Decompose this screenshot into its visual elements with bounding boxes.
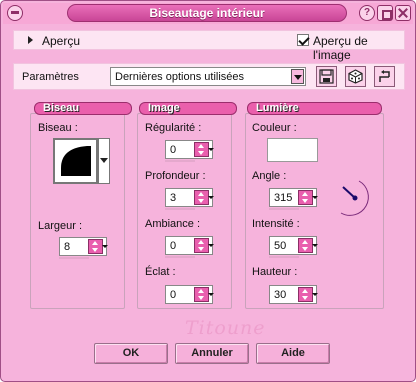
bevel-group-title: Biseau [34,102,132,115]
intensity-slider[interactable] [269,256,299,258]
regularity-slider[interactable] [165,160,195,162]
depth-label: Profondeur : [145,170,206,182]
intensity-value[interactable]: 50 [274,240,286,252]
ambiance-value[interactable]: 0 [170,240,176,252]
bevel-shape-icon [61,146,91,176]
dialog-window: Biseautage intérieur ? Aperçu Aperçu de … [0,0,416,382]
title-bar[interactable]: Biseautage intérieur ? [3,3,413,24]
presets-label: Paramètres [22,71,79,83]
ok-button[interactable]: OK [94,343,168,364]
spin-arrows-icon[interactable] [298,190,313,205]
chevron-down-icon[interactable] [312,238,318,253]
chevron-down-icon[interactable] [208,142,214,157]
regularity-spinbox[interactable]: 0 [165,140,214,159]
spin-arrows-icon[interactable] [298,238,313,253]
preview-toggle-label[interactable]: Aperçu [42,34,80,48]
intensity-spinbox[interactable]: 50 [269,236,318,255]
expand-arrow-icon[interactable] [28,36,33,44]
minimize-icon[interactable] [377,5,393,21]
ambiance-label: Ambiance : [145,218,201,230]
chevron-down-icon[interactable] [208,190,214,205]
light-color-swatch[interactable] [267,138,318,162]
bevel-shape-dropdown[interactable] [98,138,110,184]
chevron-down-icon[interactable] [208,287,214,302]
width-spinbox[interactable]: 8 [59,237,108,256]
image-group-title: Image [139,102,237,115]
width-slider[interactable] [59,257,89,259]
chevron-down-icon[interactable] [312,287,318,302]
save-icon [319,69,334,84]
preset-select[interactable]: Dernières options utilisées [110,67,306,86]
width-value[interactable]: 8 [64,241,70,253]
shine-spinbox[interactable]: 0 [165,285,214,304]
watermark: Titoune [185,317,266,339]
angle-slider[interactable] [269,208,299,210]
presets-bar: Paramètres Dernières options utilisées [13,63,405,90]
light-group-title: Lumière [247,102,382,115]
dice-icon [348,69,363,84]
bevel-shape-label: Biseau : [38,122,78,134]
spin-arrows-icon[interactable] [194,142,209,157]
height-label: Hauteur : [252,266,298,278]
random-parameters-button[interactable] [345,66,366,87]
height-spinbox[interactable]: 30 [269,285,318,304]
show-image-label[interactable]: Aperçu de l'image [313,34,404,62]
bevel-shape-preview[interactable] [53,138,98,184]
regularity-value[interactable]: 0 [170,144,176,156]
help-button[interactable]: Aide [256,343,330,364]
intensity-label: Intensité : [252,218,300,230]
ambiance-slider[interactable] [165,256,195,258]
show-image-checkbox[interactable] [297,34,309,46]
spin-arrows-icon[interactable] [194,287,209,302]
shine-value[interactable]: 0 [170,289,176,301]
ambiance-spinbox[interactable]: 0 [165,236,214,255]
spin-arrows-icon[interactable] [88,239,103,254]
chevron-down-icon[interactable] [291,69,304,84]
depth-value[interactable]: 3 [170,192,176,204]
angle-dial-icon[interactable] [329,179,377,219]
help-icon[interactable]: ? [359,5,375,21]
reset-button[interactable] [374,66,395,87]
window-title: Biseautage intérieur [67,4,347,22]
chevron-down-icon[interactable] [312,190,318,205]
cancel-button[interactable]: Annuler [175,343,249,364]
save-preset-button[interactable] [316,66,337,87]
preset-value: Dernières options utilisées [115,71,245,83]
reset-icon [379,70,390,82]
angle-label: Angle : [252,170,287,182]
color-label: Couleur : [252,122,297,134]
preview-bar: Aperçu Aperçu de l'image [13,30,405,62]
height-value[interactable]: 30 [274,289,286,301]
menu-icon[interactable] [7,5,23,21]
angle-value[interactable]: 315 [274,192,292,204]
angle-spinbox[interactable]: 315 [269,188,318,207]
spin-arrows-icon[interactable] [298,287,313,302]
close-icon[interactable] [395,5,411,21]
spin-arrows-icon[interactable] [194,190,209,205]
chevron-down-icon[interactable] [102,239,108,254]
width-label: Largeur : [38,220,83,232]
regularity-label: Régularité : [145,122,202,134]
shine-label: Éclat : [145,266,176,278]
depth-slider[interactable] [165,208,195,210]
depth-spinbox[interactable]: 3 [165,188,214,207]
spin-arrows-icon[interactable] [194,238,209,253]
chevron-down-icon[interactable] [208,238,214,253]
